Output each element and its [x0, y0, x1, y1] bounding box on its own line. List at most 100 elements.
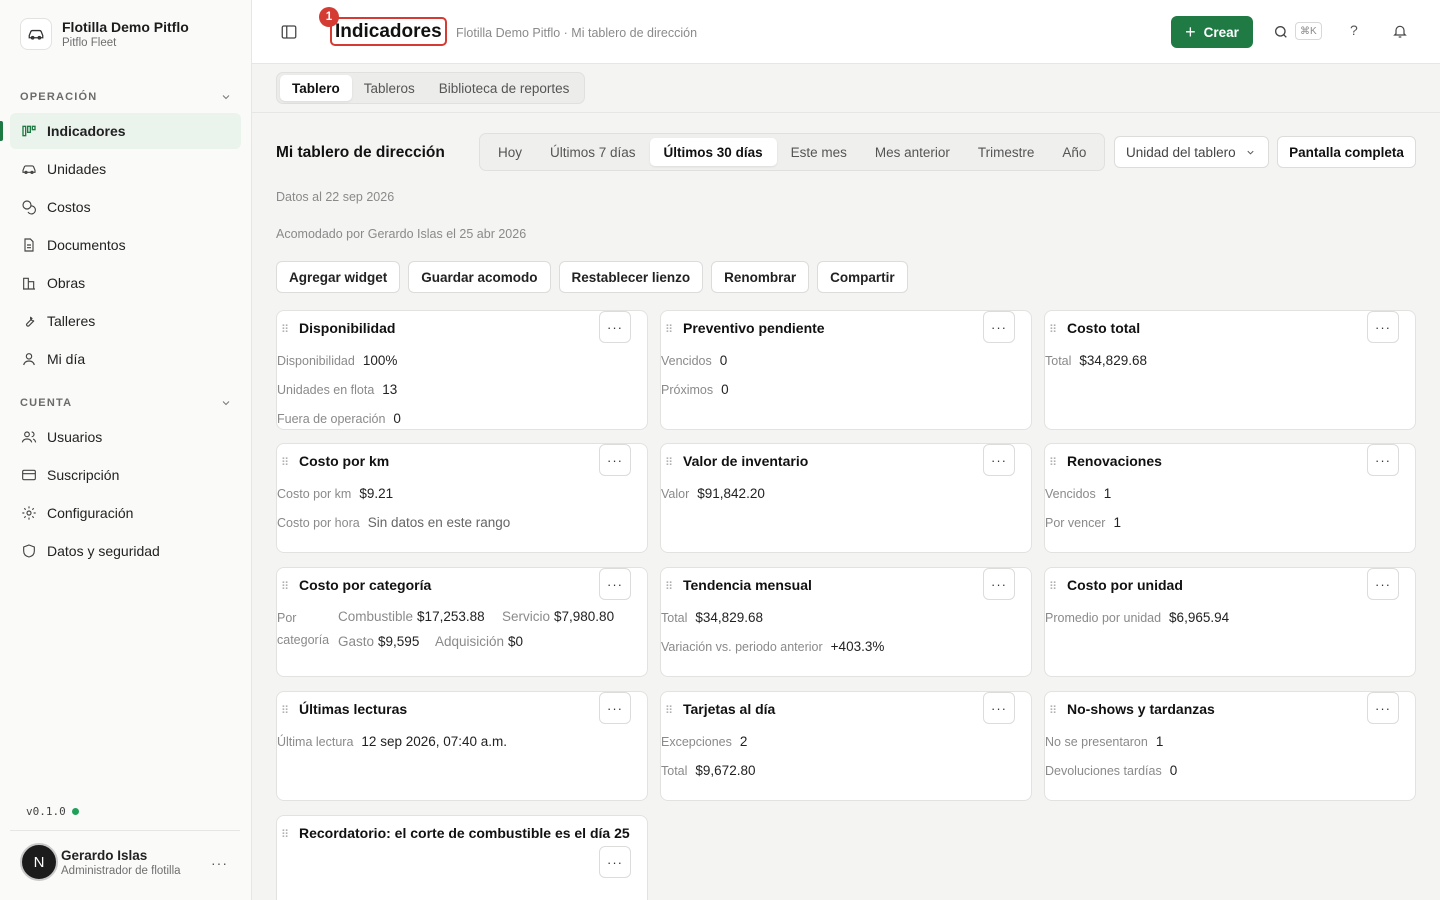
sidebar-item-label: Mi día: [47, 351, 86, 367]
widget-metric: Por vencer 1: [1045, 515, 1121, 530]
widget-preventivo: ⠿ Preventivo pendiente ··· Vencidos 0 Pró…: [660, 310, 1032, 430]
tab-tablero[interactable]: Tablero: [280, 75, 352, 101]
widget-menu-button[interactable]: ···: [599, 444, 631, 476]
reset-canvas-button[interactable]: Restablecer lienzo: [558, 261, 704, 293]
widget-menu-button[interactable]: ···: [983, 692, 1015, 724]
rename-button[interactable]: Renombrar: [711, 261, 810, 293]
drag-handle-icon[interactable]: ⠿: [665, 456, 673, 469]
drag-handle-icon[interactable]: ⠿: [281, 580, 289, 593]
widget-menu-button[interactable]: ···: [599, 311, 631, 343]
category-label: Por: [277, 610, 304, 625]
widget-title: Costo por categoría: [299, 577, 432, 593]
range-mes-anterior[interactable]: Mes anterior: [861, 138, 964, 166]
more-icon[interactable]: ···: [211, 855, 228, 871]
drag-handle-icon[interactable]: ⠿: [281, 704, 289, 717]
range-7-dias[interactable]: Últimos 7 días: [536, 138, 650, 166]
save-layout-button[interactable]: Guardar acomodo: [408, 261, 551, 293]
metric-value: Sin datos en este rango: [367, 515, 511, 530]
drag-handle-icon[interactable]: ⠿: [665, 580, 673, 593]
search-icon[interactable]: [1273, 24, 1289, 43]
chevron-down-icon: [1247, 150, 1254, 155]
avatar: N: [20, 843, 58, 881]
sidebar-item-label: Costos: [47, 199, 91, 215]
widget-title: Preventivo pendiente: [683, 320, 825, 336]
active-indicator: [0, 121, 3, 141]
tab-biblioteca[interactable]: Biblioteca de reportes: [427, 75, 582, 101]
sidebar-item-documentos[interactable]: Documentos: [10, 227, 241, 263]
widget-menu-button[interactable]: ···: [1367, 568, 1399, 600]
sidebar-item-usuarios[interactable]: Usuarios: [10, 419, 241, 455]
metric-value: 1: [1155, 734, 1164, 749]
widget-metric: Fuera de operación 0: [277, 411, 401, 426]
category-name: Servicio: [502, 609, 551, 624]
metric-value: 0: [721, 382, 729, 397]
widget-metric: Vencidos 1: [1045, 486, 1111, 501]
widget-tendencia: ⠿ Tendencia mensual ··· Total $34,829.68 …: [660, 567, 1032, 677]
share-button[interactable]: Compartir: [817, 261, 908, 293]
metric-value: $34,829.68: [1079, 353, 1147, 368]
sidebar-item-unidades[interactable]: Unidades: [10, 151, 241, 187]
metric-label: Última lectura: [277, 735, 354, 749]
sidebar-item-label: Indicadores: [47, 123, 126, 139]
sidebar-item-datos-seguridad[interactable]: Datos y seguridad: [10, 533, 241, 569]
range-ano[interactable]: Año: [1048, 138, 1100, 166]
section-cuenta[interactable]: CUENTA: [20, 397, 232, 409]
drag-handle-icon[interactable]: ⠿: [281, 828, 289, 841]
drag-handle-icon[interactable]: ⠿: [1049, 704, 1057, 717]
add-widget-button[interactable]: Agregar widget: [276, 261, 401, 293]
widget-menu-button[interactable]: ···: [983, 311, 1015, 343]
widget-menu-button[interactable]: ···: [983, 568, 1015, 600]
sidebar-toggle-icon[interactable]: [280, 23, 298, 44]
category-name: Combustible: [338, 609, 414, 624]
org-switcher[interactable]: Flotilla Demo Pitflo Pitflo Fleet: [20, 18, 189, 50]
fullscreen-button[interactable]: Pantalla completa: [1277, 136, 1416, 168]
section-operacion[interactable]: OPERACIÓN: [20, 91, 232, 103]
sidebar-item-indicadores[interactable]: Indicadores: [10, 113, 241, 149]
widget-menu-button[interactable]: ···: [599, 692, 631, 724]
metric-value: 0: [393, 411, 401, 426]
widget-title: Costo total: [1067, 320, 1141, 336]
sidebar-item-talleres[interactable]: Talleres: [10, 303, 241, 339]
widget-metric: Costo por hora Sin datos en este rango: [277, 515, 510, 530]
widget-menu-button[interactable]: ···: [1367, 444, 1399, 476]
range-30-dias[interactable]: Últimos 30 días: [649, 138, 777, 166]
widget-menu-button[interactable]: ···: [599, 568, 631, 600]
drag-handle-icon[interactable]: ⠿: [281, 456, 289, 469]
widget-menu-button[interactable]: ···: [983, 444, 1015, 476]
bell-icon[interactable]: [1392, 23, 1408, 42]
help-icon[interactable]: ?: [1350, 22, 1358, 38]
category-name: Gasto: [338, 634, 375, 649]
drag-handle-icon[interactable]: ⠿: [1049, 580, 1057, 593]
widget-menu-button[interactable]: ···: [1367, 311, 1399, 343]
widget-menu-button[interactable]: ···: [599, 846, 631, 878]
range-trimestre[interactable]: Trimestre: [964, 138, 1049, 166]
drag-handle-icon[interactable]: ⠿: [665, 704, 673, 717]
widget-inventario: ⠿ Valor de inventario ··· Valor $91,842.2…: [660, 443, 1032, 553]
create-button[interactable]: + Crear: [1171, 16, 1253, 48]
drag-handle-icon[interactable]: ⠿: [281, 323, 289, 336]
status-dot: [71, 808, 79, 815]
widget-title: Recordatorio: el corte de combustible es…: [299, 825, 630, 841]
coins-icon: [20, 199, 37, 216]
widget-ultimas-lecturas: ⠿ Últimas lecturas ··· Última lectura 12 …: [276, 691, 648, 801]
breadcrumb: Flotilla Demo Pitflo · Mi tablero de dir…: [456, 26, 698, 40]
user-name: Gerardo Islas: [61, 847, 148, 863]
drag-handle-icon[interactable]: ⠿: [1049, 323, 1057, 336]
tab-tableros[interactable]: Tableros: [352, 75, 427, 101]
sidebar-item-suscripcion[interactable]: Suscripción: [10, 457, 241, 493]
unit-select[interactable]: Unidad del tablero: [1114, 136, 1269, 168]
sidebar-item-mi-dia[interactable]: Mi día: [10, 341, 241, 377]
sidebar-item-obras[interactable]: Obras: [10, 265, 241, 301]
drag-handle-icon[interactable]: ⠿: [1049, 456, 1057, 469]
sidebar-item-configuracion[interactable]: Configuración: [10, 495, 241, 531]
range-este-mes[interactable]: Este mes: [777, 138, 861, 166]
user-menu[interactable]: N Gerardo Islas Administrador de flotill…: [20, 843, 240, 881]
step-badge: 1: [319, 7, 339, 27]
range-hoy[interactable]: Hoy: [484, 138, 536, 166]
org-subtitle: Pitflo Fleet: [62, 37, 117, 49]
widget-metric: Vencidos 0: [661, 353, 727, 368]
drag-handle-icon[interactable]: ⠿: [665, 323, 673, 336]
category-value: $17,253.88: [417, 609, 485, 624]
widget-menu-button[interactable]: ···: [1367, 692, 1399, 724]
sidebar-item-costos[interactable]: Costos: [10, 189, 241, 225]
